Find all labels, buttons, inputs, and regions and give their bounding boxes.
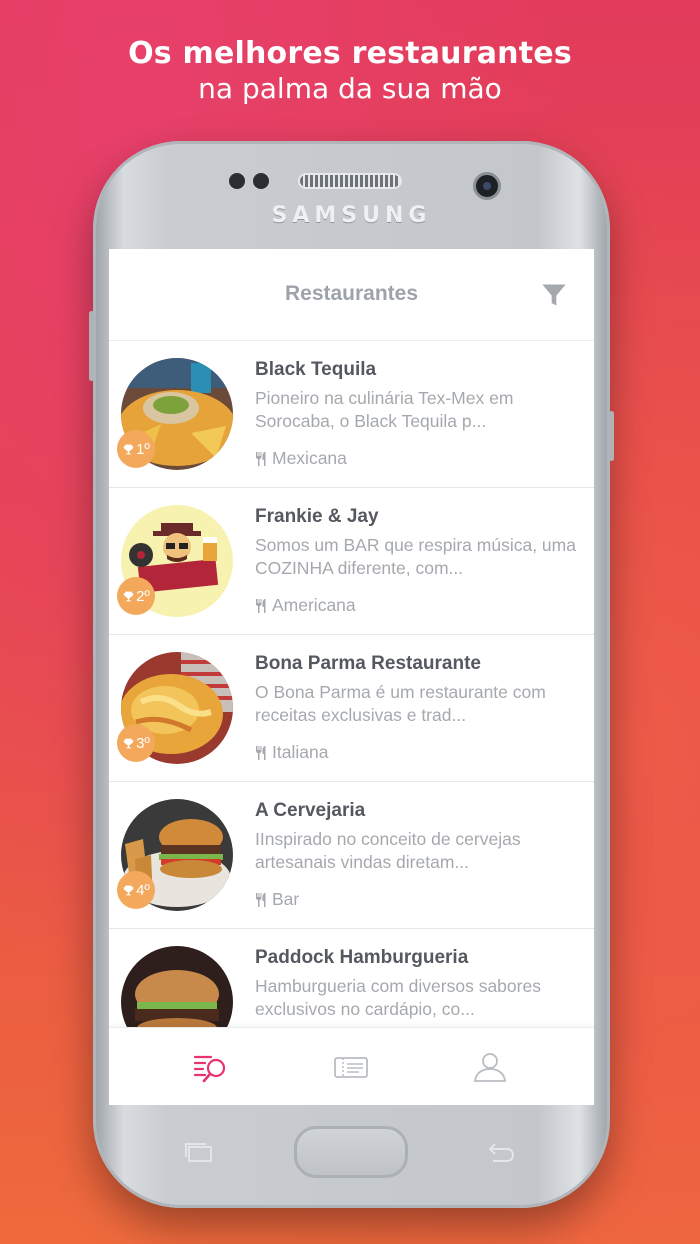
restaurant-name: A Cervejaria bbox=[255, 800, 366, 821]
filter-icon bbox=[542, 284, 566, 306]
rank-label: 1º bbox=[136, 440, 150, 458]
volume-button bbox=[89, 311, 94, 381]
device-brand: SAMSUNG bbox=[271, 203, 432, 228]
list-item[interactable]: 3º Bona Parma Restaurante O Bona Parma é… bbox=[109, 635, 594, 782]
restaurant-name: Paddock Hamburgueria bbox=[255, 947, 469, 968]
cutlery-icon bbox=[256, 745, 266, 760]
trophy-icon bbox=[123, 738, 134, 748]
recent-apps-icon bbox=[185, 1143, 212, 1162]
recent-apps-key[interactable] bbox=[183, 1141, 215, 1163]
list-item[interactable]: 1º Black Tequila Pioneiro na culinária T… bbox=[109, 341, 594, 488]
search-list-icon bbox=[193, 1055, 226, 1083]
cuisine-label: Bar bbox=[272, 889, 300, 909]
list-item[interactable]: Paddock Hamburgueria Hamburgueria com di… bbox=[109, 929, 594, 1027]
rank-label: 4º bbox=[136, 881, 150, 899]
trophy-icon bbox=[123, 444, 134, 454]
headline-line-2: na palma da sua mão bbox=[198, 72, 502, 105]
list-item[interactable]: 2º Frankie & Jay Somos um BAR que respir… bbox=[109, 488, 594, 635]
restaurant-list[interactable]: 1º Black Tequila Pioneiro na culinária T… bbox=[109, 341, 594, 1027]
restaurant-description: Somos um BAR que respira música, uma COZ… bbox=[255, 535, 576, 578]
tab-profile[interactable] bbox=[470, 1050, 510, 1084]
restaurant-description: O Bona Parma é um restaurante com receit… bbox=[255, 682, 546, 725]
sensor-dot bbox=[253, 173, 269, 189]
promo-headline: Os melhores restaurantes na palma da sua… bbox=[0, 36, 700, 106]
cutlery-icon bbox=[256, 892, 266, 907]
cutlery-icon bbox=[256, 598, 266, 613]
restaurant-name: Black Tequila bbox=[255, 359, 377, 380]
page-title: Restaurantes bbox=[284, 282, 419, 305]
ticket-icon bbox=[334, 1057, 368, 1078]
restaurant-description: IInspirado no conceito de cervejas artes… bbox=[255, 829, 521, 872]
trophy-icon bbox=[123, 885, 134, 895]
rank-badge: 2º bbox=[117, 577, 155, 615]
trophy-icon bbox=[123, 591, 134, 601]
home-button[interactable] bbox=[294, 1126, 408, 1178]
restaurant-cuisine: Mexicana bbox=[255, 448, 585, 469]
restaurant-name: Frankie & Jay bbox=[255, 506, 379, 527]
restaurant-name: Bona Parma Restaurante bbox=[255, 653, 481, 674]
cutlery-icon bbox=[256, 451, 266, 466]
cuisine-label: Mexicana bbox=[272, 448, 347, 468]
app-screen: Restaurantes 1º Black Tequila Pioneiro n… bbox=[109, 249, 594, 1105]
rank-badge: 1º bbox=[117, 430, 155, 468]
rank-badge: 3º bbox=[117, 724, 155, 762]
user-icon bbox=[473, 1053, 507, 1082]
tab-tickets[interactable] bbox=[331, 1050, 371, 1084]
cuisine-label: Italiana bbox=[272, 742, 329, 762]
app-bar: Restaurantes bbox=[109, 249, 594, 341]
list-item[interactable]: 4º A Cervejaria IInspirado no conceito d… bbox=[109, 782, 594, 929]
rank-label: 2º bbox=[136, 587, 150, 605]
tab-restaurants[interactable] bbox=[191, 1050, 231, 1084]
rank-badge: 4º bbox=[117, 871, 155, 909]
restaurant-description: Hamburgueria com diversos sabores exclus… bbox=[255, 976, 541, 1019]
restaurant-description: Pioneiro na culinária Tex-Mex em Sorocab… bbox=[255, 388, 514, 431]
earpiece-speaker bbox=[298, 173, 402, 189]
front-camera bbox=[473, 172, 501, 200]
cuisine-label: Americana bbox=[272, 595, 356, 615]
restaurant-cuisine: Bar bbox=[255, 889, 585, 910]
restaurant-photo bbox=[121, 946, 233, 1027]
back-key[interactable] bbox=[485, 1141, 517, 1163]
restaurant-cuisine: Americana bbox=[255, 595, 585, 616]
restaurant-cuisine: Italiana bbox=[255, 742, 585, 763]
sensor-dot bbox=[229, 173, 245, 189]
filter-button[interactable] bbox=[540, 281, 568, 309]
phone-frame: SAMSUNG Restaurantes 1º Black Tequila Pi… bbox=[89, 141, 614, 1208]
rank-label: 3º bbox=[136, 734, 150, 752]
power-button bbox=[609, 411, 614, 461]
back-icon bbox=[488, 1143, 515, 1162]
bottom-tab-bar bbox=[109, 1027, 594, 1105]
headline-line-1: Os melhores restaurantes bbox=[128, 36, 572, 71]
